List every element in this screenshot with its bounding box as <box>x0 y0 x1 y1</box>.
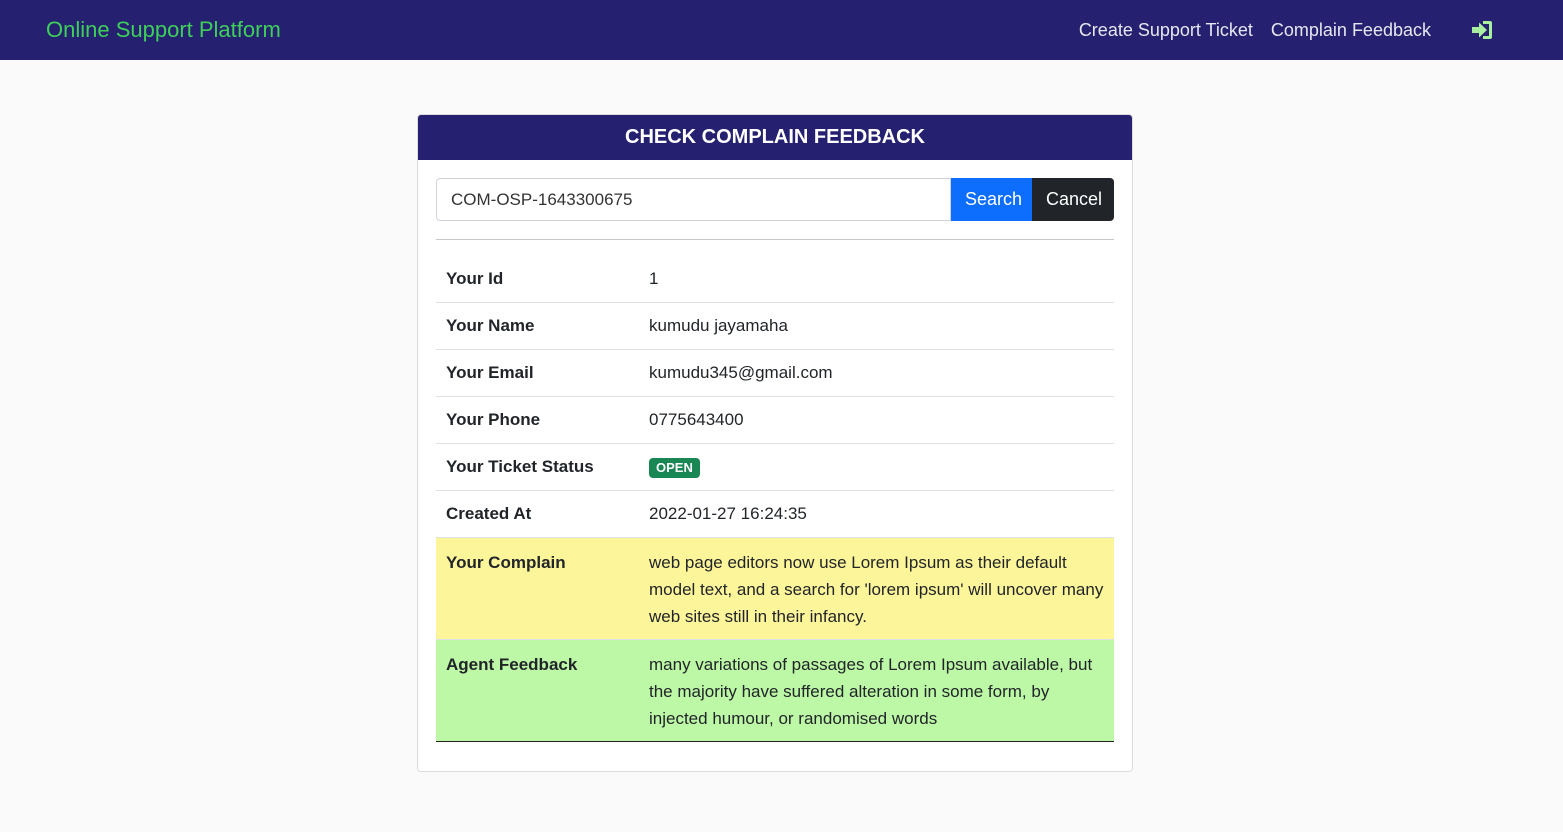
card-body: Search Cancel Your Id 1 Your Name kumudu… <box>418 160 1132 742</box>
status-badge: OPEN <box>649 457 700 478</box>
row-email: Your Email kumudu345@gmail.com <box>436 349 1114 397</box>
feedback-card: CHECK COMPLAIN FEEDBACK Search Cancel Yo… <box>417 114 1133 772</box>
id-label: Your Id <box>436 256 639 303</box>
phone-label: Your Phone <box>436 396 639 444</box>
complain-value: web page editors now use Lorem Ipsum as … <box>639 537 1114 640</box>
phone-value: 0775643400 <box>639 396 1114 444</box>
id-value: 1 <box>639 256 1114 303</box>
created-label: Created At <box>436 490 639 538</box>
row-status: Your Ticket Status OPEN <box>436 443 1114 491</box>
feedback-value: many variations of passages of Lorem Ips… <box>639 639 1114 742</box>
row-complain: Your Complain web page editors now use L… <box>436 537 1114 640</box>
created-value: 2022-01-27 16:24:35 <box>639 490 1114 538</box>
status-label: Your Ticket Status <box>436 443 639 491</box>
feedback-label: Agent Feedback <box>436 639 639 742</box>
row-id: Your Id 1 <box>436 256 1114 303</box>
search-group: Search Cancel <box>436 178 1114 221</box>
divider <box>436 239 1114 240</box>
row-phone: Your Phone 0775643400 <box>436 396 1114 444</box>
details-table: Your Id 1 Your Name kumudu jayamaha Your… <box>436 256 1114 742</box>
navbar: Online Support Platform Create Support T… <box>0 0 1563 60</box>
nav-links: Create Support Ticket Complain Feedback <box>1061 17 1517 43</box>
card-title: CHECK COMPLAIN FEEDBACK <box>418 115 1132 160</box>
name-value: kumudu jayamaha <box>639 302 1114 350</box>
nav-create-support-ticket[interactable]: Create Support Ticket <box>1079 20 1253 41</box>
complain-label: Your Complain <box>436 537 639 640</box>
status-cell: OPEN <box>639 443 1114 491</box>
cancel-button[interactable]: Cancel <box>1032 178 1114 221</box>
row-name: Your Name kumudu jayamaha <box>436 302 1114 350</box>
brand-link[interactable]: Online Support Platform <box>46 17 281 43</box>
nav-complain-feedback[interactable]: Complain Feedback <box>1271 20 1431 41</box>
row-created: Created At 2022-01-27 16:24:35 <box>436 490 1114 538</box>
row-feedback: Agent Feedback many variations of passag… <box>436 639 1114 742</box>
sign-in-icon[interactable] <box>1469 17 1495 43</box>
search-button[interactable]: Search <box>951 178 1032 221</box>
complain-id-input[interactable] <box>436 178 951 221</box>
name-label: Your Name <box>436 302 639 350</box>
email-label: Your Email <box>436 349 639 397</box>
email-value: kumudu345@gmail.com <box>639 349 1114 397</box>
